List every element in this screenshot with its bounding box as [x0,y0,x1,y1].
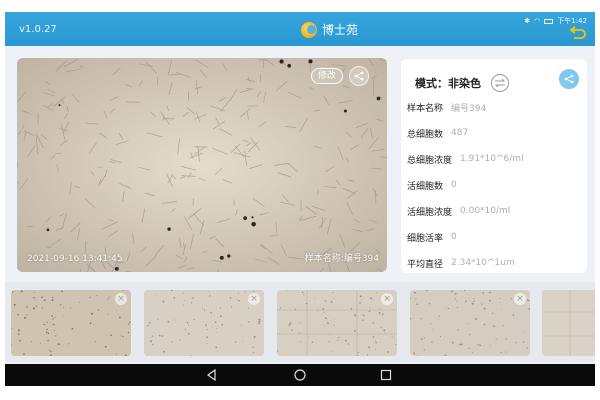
bluetooth-icon: ✱ [524,17,531,25]
field-total-concentration: 总细胞浓度 1.91*10^6/ml [407,151,583,167]
field-total-cells: 总细胞数 487 [407,125,583,141]
share-button[interactable] [349,66,369,86]
panel-share-button[interactable] [559,69,579,89]
cell-texture [17,58,387,272]
edit-button[interactable]: 修改 [310,68,343,84]
mode-label: 模式：非染色 [415,77,481,90]
field-mean-diameter: 平均直径 2.34*10^1um [407,255,583,271]
close-icon[interactable]: × [514,293,526,305]
thumbnail-4[interactable]: × [410,290,530,356]
circle-home-icon[interactable] [293,368,307,382]
mode-row: 模式：非染色 [415,73,575,93]
back-arrow-icon[interactable] [569,25,587,39]
field-value: 487 [451,128,469,138]
field-viability: 细胞活率 0 [407,229,583,245]
app-header: v1.0.27 博士苑 ✱ ◠ 下午1:42 [5,12,595,46]
sample-name-overlay: 样本名称:编号394 [304,254,379,264]
thumbnail-texture [542,290,595,356]
app-screen: v1.0.27 博士苑 ✱ ◠ 下午1:42 修改 2021-09-16 13:… [5,12,595,386]
main-cell-image[interactable]: 修改 2021-09-16 13:41:45 样本名称:编号394 [17,58,387,272]
share-icon [564,74,574,84]
wifi-icon: ◠ [534,17,541,25]
thumbnail-texture [11,290,131,356]
thumbnail-2[interactable]: × [144,290,264,356]
thumbnail-texture [410,290,530,356]
field-value: 编号394 [451,103,487,114]
thumbnail-strip: × × × × [5,282,595,362]
close-icon[interactable]: × [115,293,127,305]
field-value: 0 [451,180,457,190]
field-value: 2.34*10^1um [451,258,515,268]
switch-arrows-icon [494,78,506,88]
field-key: 平均直径 [407,259,444,270]
thumbnail-texture [277,290,397,356]
share-icon [354,71,364,81]
field-key: 活细胞浓度 [407,207,453,218]
battery-icon [544,18,554,24]
field-key: 细胞活率 [407,233,444,244]
close-icon[interactable]: × [248,293,260,305]
capture-timestamp: 2021-09-16 13:41:45 [27,254,123,264]
version-label: v1.0.27 [19,24,57,35]
thumbnail-5[interactable] [542,290,595,356]
field-live-cells: 活细胞数 0 [407,177,583,193]
close-icon[interactable]: × [381,293,393,305]
navigation-bar [5,364,595,386]
brand: 博士苑 [301,21,358,38]
brand-title: 博士苑 [322,23,359,37]
brand-logo-icon [301,21,317,38]
thumbnail-texture [144,290,264,356]
field-key: 样本名称 [407,103,444,114]
field-live-concentration: 活细胞浓度 0.00*10/ml [407,203,583,219]
square-recent-icon[interactable] [379,368,393,382]
field-value: 0.00*10/ml [460,206,511,216]
switch-mode-button[interactable] [491,74,509,92]
field-sample-name: 样本名称 编号394 [407,99,583,115]
thumbnail-1[interactable]: × [11,290,131,356]
triangle-back-icon[interactable] [205,368,219,382]
field-value: 1.91*10^6/ml [460,154,524,164]
field-key: 总细胞数 [407,129,444,140]
field-key: 总细胞浓度 [407,155,453,166]
field-value: 0 [451,232,457,242]
field-key: 活细胞数 [407,181,444,192]
result-panel: 模式：非染色 样本名称 编号394 总细胞数 487 总细胞浓度 1.91*10… [401,59,587,273]
thumbnail-3[interactable]: × [277,290,397,356]
